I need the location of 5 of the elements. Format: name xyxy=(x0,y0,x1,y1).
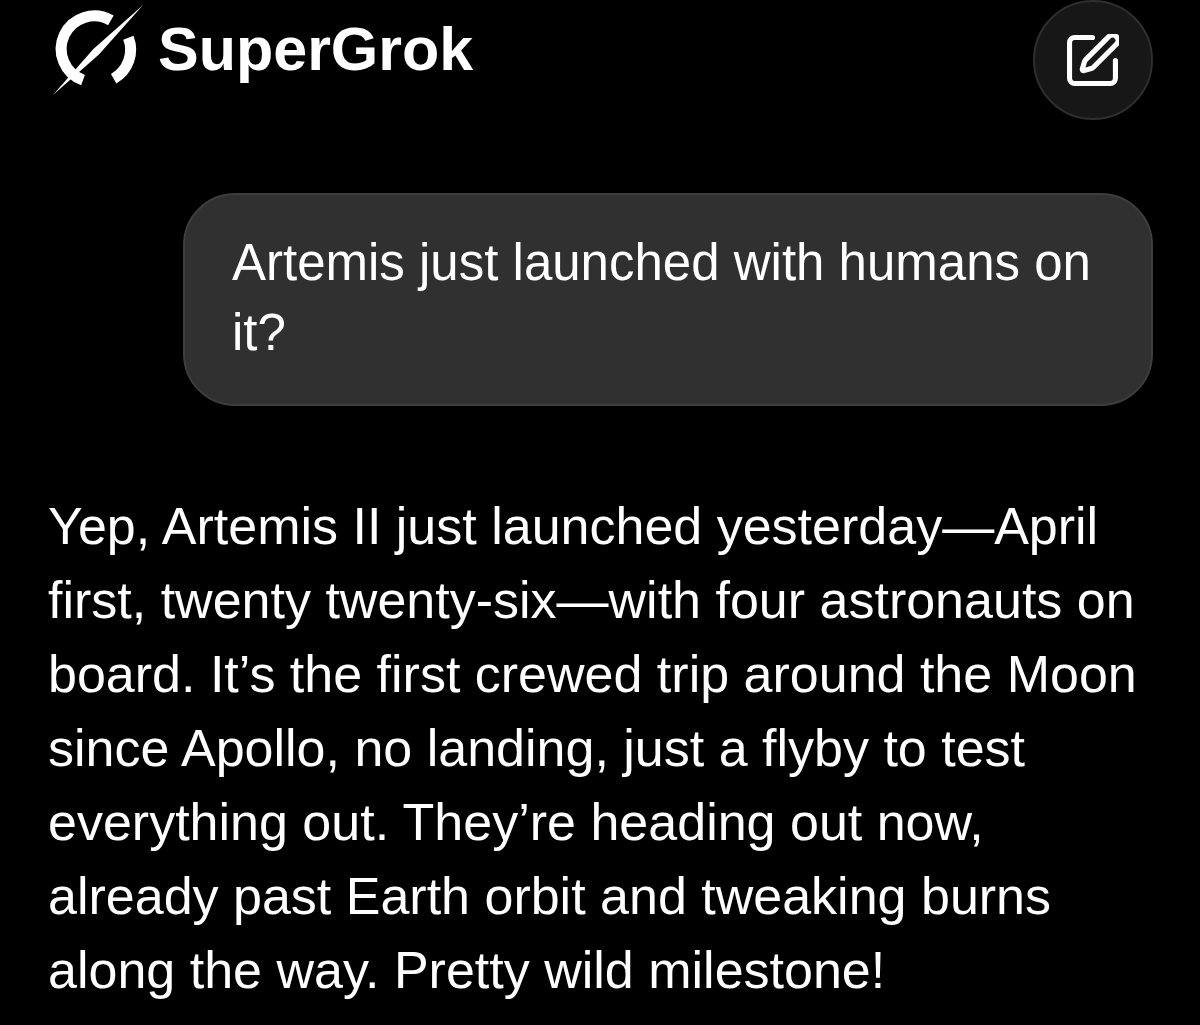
brand-name: SuperGrok xyxy=(158,16,474,84)
edit-icon xyxy=(1067,34,1119,86)
user-message: Artemis just launched with humans on it? xyxy=(183,193,1153,406)
logo-icon xyxy=(50,4,146,96)
assistant-message: Yep, Artemis II just launched yesterday—April first, twenty twenty-six—with four astronauts on board. It’s the first crewed trip around the Moon since Apollo, no landing, just a flyby to test everything out. They’re heading out now, already past Earth orbit and tweaking burns along the way. Pretty wild milestone! xyxy=(47,496,1138,1001)
